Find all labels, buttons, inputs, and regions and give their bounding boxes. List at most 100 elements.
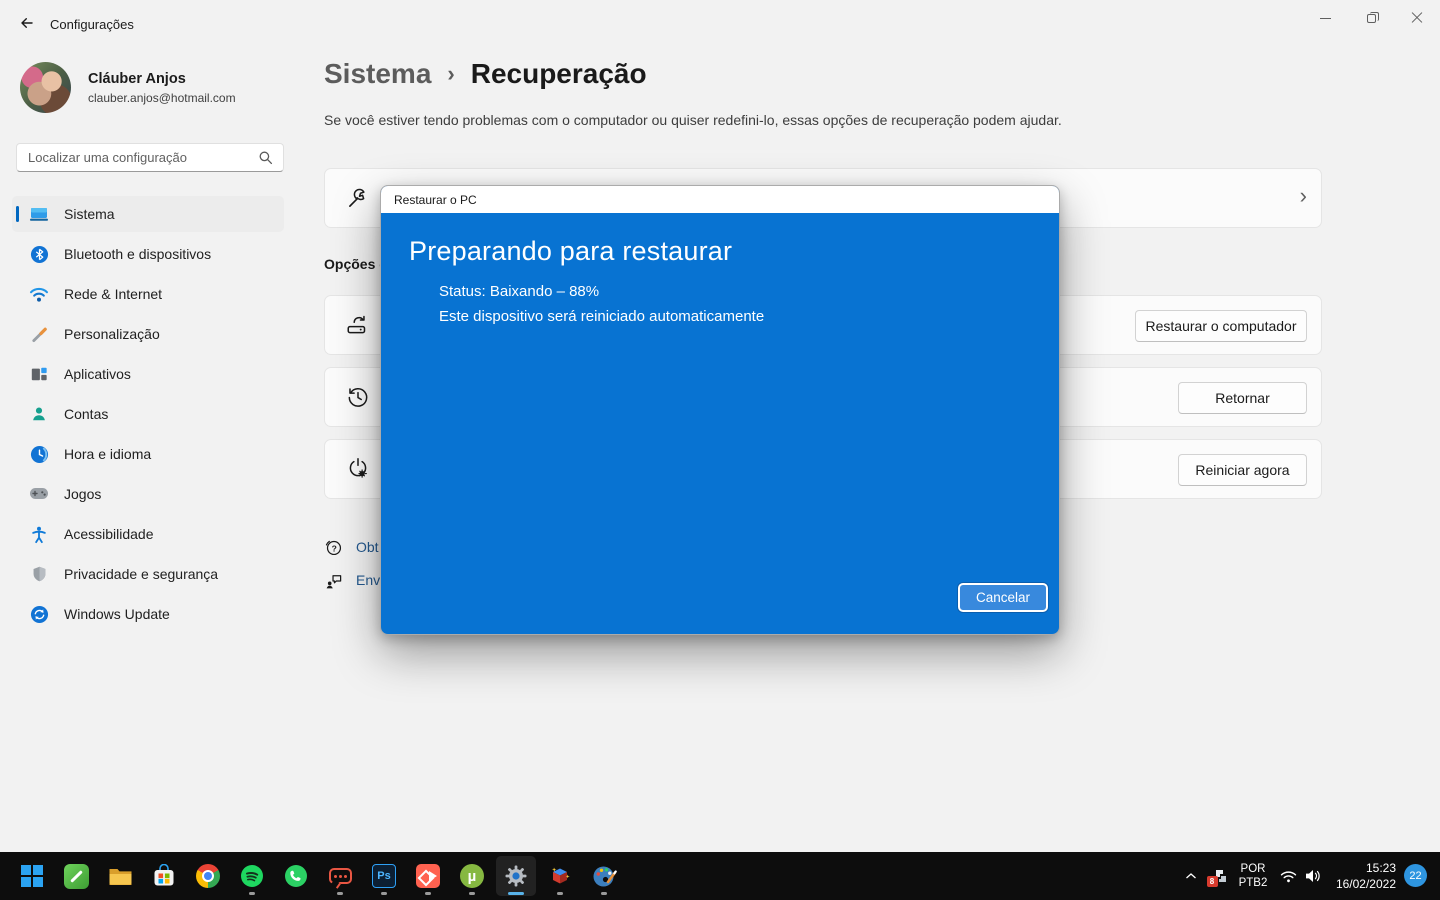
running-indicator [381, 892, 387, 895]
desktop: Configurações Cláuber Anjos clauber.anjo… [0, 0, 1440, 900]
taskbar-settings[interactable] [496, 856, 536, 896]
close-icon [1411, 12, 1423, 24]
language-indicator[interactable]: POR PTB2 [1234, 862, 1272, 890]
back-button[interactable] [12, 10, 42, 36]
dialog-titlebar[interactable]: Restaurar o PC [381, 186, 1059, 213]
media-app-icon [416, 864, 440, 888]
running-indicator [249, 892, 255, 895]
running-indicator [557, 892, 563, 895]
paint-palette-icon [592, 864, 617, 889]
taskbar-ms-store[interactable] [144, 856, 184, 896]
photoshop-icon: Ps [372, 864, 396, 888]
avatar[interactable] [20, 62, 71, 113]
restart-gear-icon [345, 456, 371, 482]
history-icon [345, 384, 371, 410]
feedback-icon [324, 571, 343, 590]
tray-date: 16/02/2022 [1336, 877, 1396, 891]
get-help-link[interactable]: ? Obt [324, 536, 379, 558]
sidebar-item-jogos[interactable]: Jogos [12, 476, 284, 512]
cancel-button[interactable]: Cancelar [958, 583, 1048, 612]
chevron-right-icon: › [1300, 183, 1307, 209]
file-explorer-icon [108, 865, 133, 887]
minimize-button[interactable] [1302, 0, 1348, 36]
svg-text:?: ? [332, 543, 337, 553]
taskbar-photoshop[interactable]: Ps [364, 856, 404, 896]
taskbar-3d-app[interactable] [540, 856, 580, 896]
notification-count-badge[interactable]: 22 [1404, 864, 1427, 887]
send-feedback-label: Env [356, 572, 380, 588]
sidebar-item-personalizacao[interactable]: Personalização [12, 316, 284, 352]
sidebar-item-label: Jogos [64, 486, 101, 502]
taskbar-media-app[interactable] [408, 856, 448, 896]
send-feedback-link[interactable]: Env [324, 569, 380, 591]
sidebar-item-bluetooth[interactable]: Bluetooth e dispositivos [12, 236, 284, 272]
search-box[interactable] [16, 143, 284, 172]
taskbar-paint-app[interactable] [584, 856, 624, 896]
sidebar-item-rede[interactable]: Rede & Internet [12, 276, 284, 312]
minimize-icon [1320, 18, 1331, 19]
taskbar-spotify[interactable] [232, 856, 272, 896]
sidebar-item-windows-update[interactable]: Windows Update [12, 596, 284, 632]
wifi-button[interactable] [1276, 862, 1300, 890]
sidebar-item-label: Personalização [64, 326, 160, 342]
spotify-icon [240, 864, 264, 888]
restore-button[interactable] [1348, 0, 1394, 36]
taskbar-whatsapp[interactable] [276, 856, 316, 896]
ms-store-icon [152, 864, 176, 888]
apps-icon [29, 364, 49, 384]
close-button[interactable] [1394, 0, 1440, 36]
app-title: Configurações [50, 17, 134, 32]
cube-app-icon [548, 864, 572, 888]
breadcrumb-separator-icon: › [447, 61, 454, 87]
active-indicator [508, 892, 524, 895]
personalization-icon [29, 324, 49, 344]
taskbar-chat-app[interactable] [320, 856, 360, 896]
page-subtitle: Se você estiver tendo problemas com o co… [324, 112, 1062, 128]
tray-app-icon-button[interactable]: 8 [1206, 862, 1232, 890]
sidebar-item-privacidade[interactable]: Privacidade e segurança [12, 556, 284, 592]
sidebar-item-label: Rede & Internet [64, 286, 162, 302]
sidebar-item-label: Hora e idioma [64, 446, 151, 462]
running-indicator [601, 892, 607, 895]
sidebar-item-aplicativos[interactable]: Aplicativos [12, 356, 284, 392]
get-help-icon: ? [324, 538, 343, 557]
go-back-button[interactable]: Retornar [1178, 382, 1307, 414]
tray-hidden-icons-button[interactable] [1178, 862, 1204, 890]
windows-start-icon [21, 865, 43, 887]
restart-now-button[interactable]: Reiniciar agora [1178, 454, 1307, 486]
language-line1: POR [1241, 863, 1266, 875]
utorrent-icon: µ [460, 864, 484, 888]
accounts-icon [29, 404, 49, 424]
taskbar-notes-app[interactable] [56, 856, 96, 896]
whatsapp-icon [284, 864, 308, 888]
dialog-status-line: Este dispositivo será reiniciado automat… [439, 308, 764, 325]
start-button[interactable] [12, 856, 52, 896]
sidebar-item-sistema[interactable]: Sistema [12, 196, 284, 232]
breadcrumb-root[interactable]: Sistema [324, 58, 431, 90]
taskbar: Ps µ [0, 852, 1440, 900]
taskbar-utorrent[interactable]: µ [452, 856, 492, 896]
clock[interactable]: 15:23 16/02/2022 [1330, 862, 1396, 890]
page-title: Recuperação [471, 58, 647, 90]
volume-button[interactable] [1300, 862, 1326, 890]
sidebar-item-label: Aplicativos [64, 366, 131, 382]
section-header: Opções d [324, 256, 384, 272]
reset-pc-button[interactable]: Restaurar o computador [1135, 310, 1307, 342]
chat-app-icon [329, 868, 352, 884]
sidebar-item-contas[interactable]: Contas [12, 396, 284, 432]
sidebar-item-label: Sistema [64, 206, 115, 222]
sidebar-item-label: Acessibilidade [64, 526, 154, 542]
titlebar: Configurações [0, 0, 1440, 42]
search-icon [258, 150, 273, 165]
taskbar-chrome[interactable] [188, 856, 228, 896]
taskbar-file-explorer[interactable] [100, 856, 140, 896]
chevron-up-icon [1185, 872, 1197, 880]
get-help-label: Obt [356, 539, 379, 555]
bluetooth-icon [29, 244, 49, 264]
network-icon [29, 284, 49, 304]
tray-time: 15:23 [1366, 861, 1396, 875]
search-input[interactable] [17, 150, 258, 165]
notes-app-icon [64, 864, 89, 889]
sidebar-item-acessibilidade[interactable]: Acessibilidade [12, 516, 284, 552]
sidebar-item-hora-idioma[interactable]: Hora e idioma [12, 436, 284, 472]
